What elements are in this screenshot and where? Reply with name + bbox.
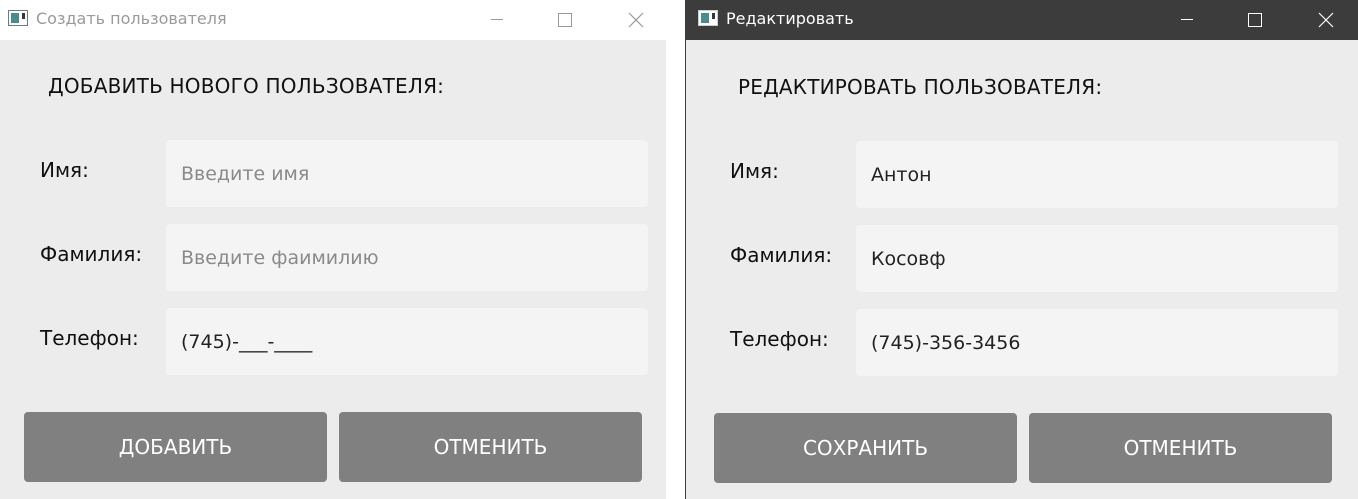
first-name-input[interactable]	[166, 140, 648, 207]
create-window-titlebar[interactable]: Создать пользователя	[0, 0, 666, 40]
cancel-button[interactable]: ОТМЕНИТЬ	[339, 412, 642, 482]
maximize-button[interactable]	[542, 0, 588, 40]
first-name-label: Имя:	[730, 159, 779, 183]
app-window-icon	[698, 10, 718, 26]
close-icon	[628, 12, 644, 28]
maximize-icon	[1248, 13, 1262, 27]
edit-heading: РЕДАКТИРОВАТЬ ПОЛЬЗОВАТЕЛЯ:	[738, 75, 1103, 99]
last-name-input[interactable]	[166, 224, 648, 291]
last-name-label: Фамилия:	[730, 243, 833, 267]
create-heading: ДОБАВИТЬ НОВОГО ПОЛЬЗОВАТЕЛЯ:	[48, 74, 445, 98]
first-name-input[interactable]	[856, 141, 1338, 208]
add-button[interactable]: ДОБАВИТЬ	[24, 412, 327, 482]
app-window-icon	[8, 10, 28, 26]
close-button[interactable]	[1303, 0, 1349, 40]
close-icon	[1318, 12, 1334, 28]
window-gap	[666, 0, 686, 499]
minimize-button[interactable]	[1164, 0, 1210, 40]
phone-label: Телефон:	[40, 326, 139, 350]
minimize-icon	[491, 19, 503, 20]
close-button[interactable]	[613, 0, 659, 40]
edit-user-window: Редактировать РЕДАКТИРОВАТЬ ПОЛЬЗОВАТЕЛЯ…	[686, 0, 1358, 499]
last-name-label: Фамилия:	[40, 242, 143, 266]
create-user-window: Создать пользователя ДОБАВИТЬ НОВОГО ПОЛ…	[0, 0, 666, 499]
phone-input[interactable]	[856, 309, 1338, 376]
minimize-button[interactable]	[474, 0, 520, 40]
edit-window-title: Редактировать	[726, 9, 854, 28]
minimize-icon	[1181, 19, 1193, 20]
edit-window-titlebar[interactable]: Редактировать	[686, 0, 1358, 40]
maximize-button[interactable]	[1232, 0, 1278, 40]
phone-input[interactable]	[166, 308, 648, 375]
save-button[interactable]: СОХРАНИТЬ	[714, 413, 1017, 483]
phone-label: Телефон:	[730, 327, 829, 351]
create-window-title: Создать пользователя	[36, 9, 227, 28]
last-name-input[interactable]	[856, 225, 1338, 292]
maximize-icon	[558, 13, 572, 27]
first-name-label: Имя:	[40, 158, 89, 182]
cancel-button[interactable]: ОТМЕНИТЬ	[1029, 413, 1332, 483]
